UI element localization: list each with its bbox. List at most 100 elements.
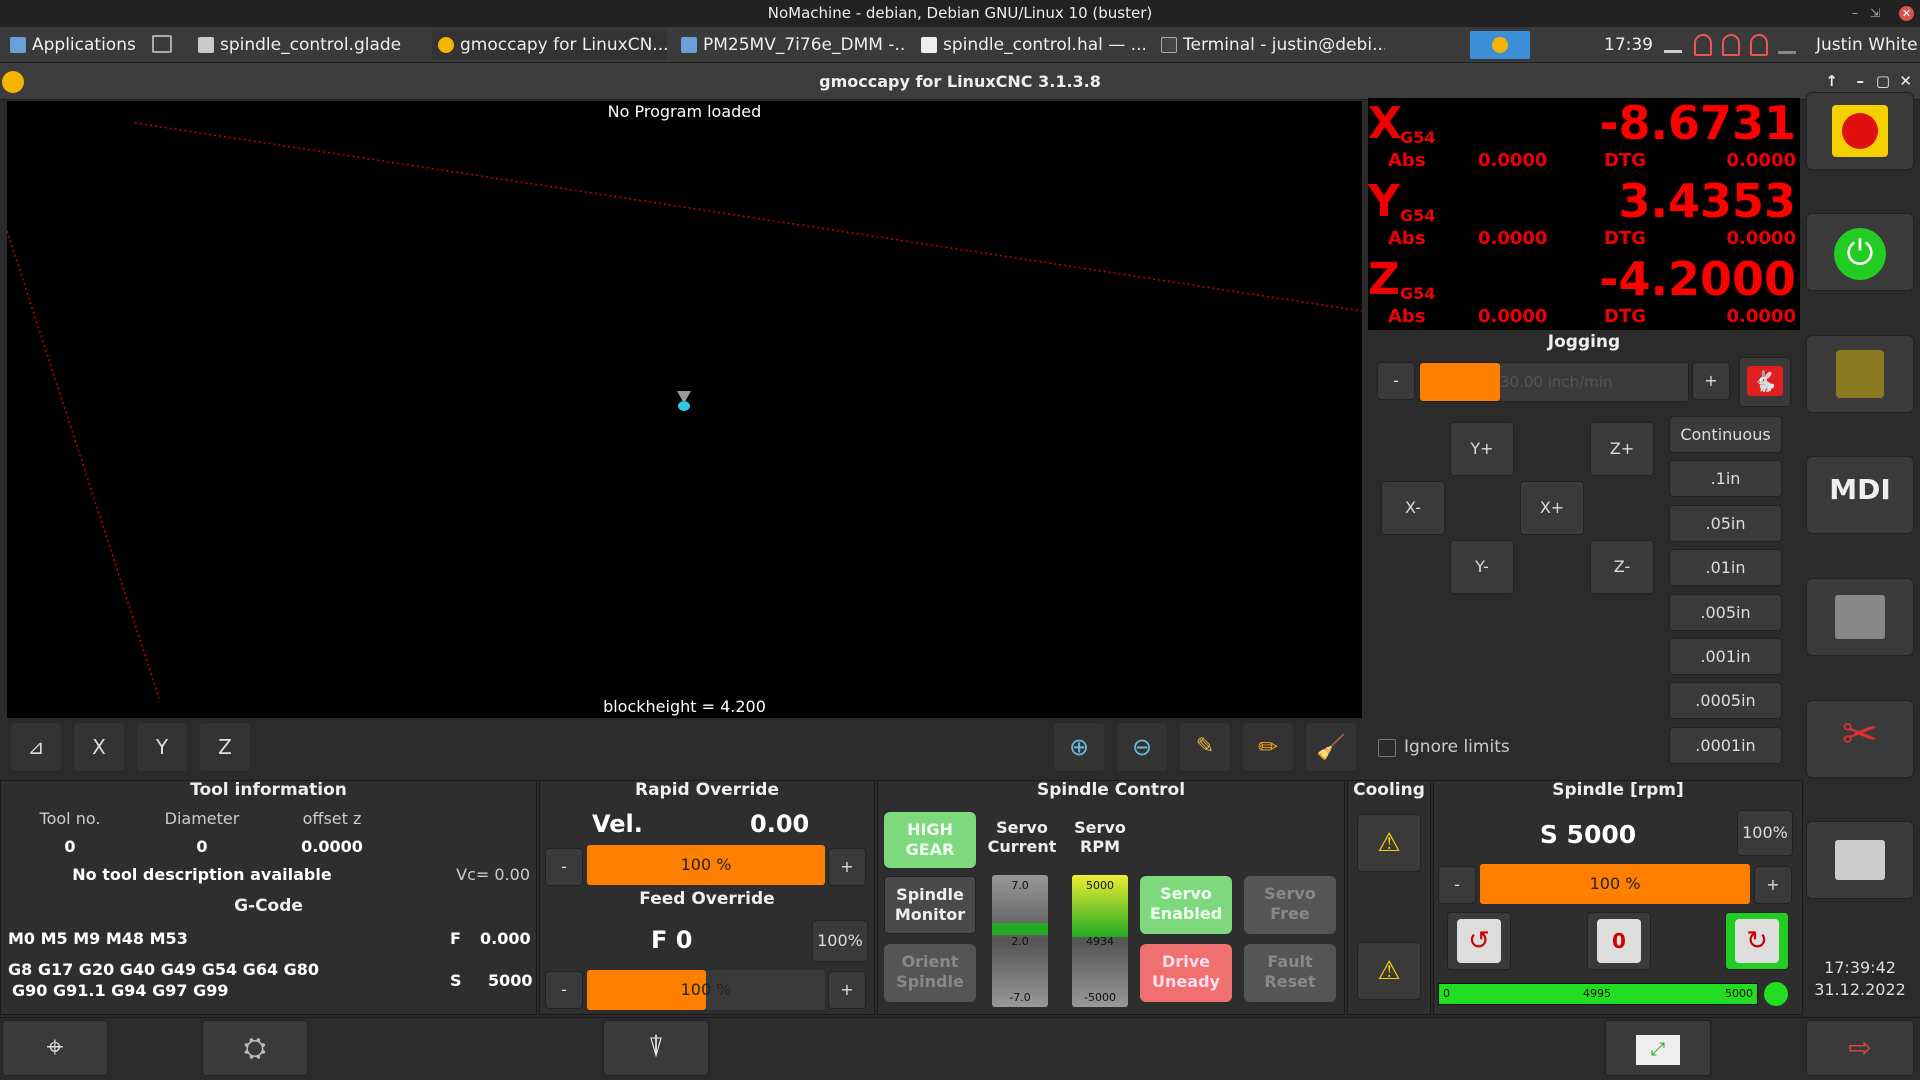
alert-icon[interactable] — [1722, 34, 1740, 56]
increment-0005in[interactable]: .0005in — [1669, 682, 1782, 719]
rapid-override-slider[interactable]: 100 % — [587, 845, 825, 885]
tool-cone-icon — [677, 391, 691, 411]
increment-05in[interactable]: .05in — [1669, 505, 1782, 542]
feed-override-title: Feed Override — [639, 889, 775, 909]
task-terminal[interactable]: Terminal - justin@debi... — [1155, 30, 1385, 60]
feed-plus[interactable]: + — [828, 971, 866, 1009]
task-spindle-glade[interactable]: spindle_control.glade — [192, 30, 422, 60]
exit-button[interactable]: ⇨ — [1806, 1020, 1914, 1076]
estop-button[interactable] — [1806, 92, 1914, 170]
network-icon[interactable] — [1664, 35, 1682, 53]
servo-enabled-button[interactable]: Servo Enabled — [1140, 876, 1232, 934]
y-axis-label[interactable]: Y — [1368, 176, 1400, 227]
feed-minus[interactable]: - — [545, 971, 583, 1009]
jog-rabbit-button[interactable]: 🐇 — [1739, 357, 1791, 407]
increment-01in[interactable]: .01in — [1669, 549, 1782, 586]
volume-icon[interactable] — [1778, 36, 1796, 54]
user-tabs-button[interactable] — [1806, 821, 1914, 899]
spindle-plus[interactable]: + — [1754, 866, 1792, 904]
spindle-reverse-button[interactable]: ↺ — [1447, 912, 1511, 970]
close-icon[interactable]: ✕ — [1899, 6, 1914, 21]
rapid-minus[interactable]: - — [545, 848, 583, 886]
drive-ready-button[interactable]: Drive Uneady — [1140, 944, 1232, 1002]
edit-button[interactable]: ✏ — [1242, 722, 1294, 772]
terminal-launcher-icon[interactable] — [152, 35, 172, 53]
applications-menu[interactable]: Applications — [4, 30, 144, 60]
spindle-override-slider[interactable]: 100 % — [1480, 864, 1750, 904]
spindle-bar-value: 4995 — [1583, 987, 1611, 1000]
gcode-s-value: 5000 — [488, 971, 533, 990]
auto-mode-button[interactable] — [1806, 578, 1914, 656]
jog-z-minus[interactable]: Z- — [1590, 540, 1654, 594]
spindle-forward-button[interactable]: ↻ — [1725, 912, 1789, 970]
jog-x-minus[interactable]: X- — [1381, 481, 1445, 535]
alert-icon[interactable] — [1694, 34, 1712, 56]
servo-free-button[interactable]: Servo Free — [1244, 876, 1336, 934]
ignore-limits-checkbox[interactable] — [1378, 739, 1396, 757]
home-all-button[interactable]: ⌖ — [2, 1020, 108, 1076]
jog-y-plus[interactable]: Y+ — [1450, 422, 1514, 476]
jog-x-plus[interactable]: X+ — [1520, 481, 1584, 535]
jog-speed-minus[interactable]: - — [1377, 362, 1415, 400]
jog-z-plus[interactable]: Z+ — [1590, 422, 1654, 476]
text-editor-icon — [921, 37, 937, 53]
restore-icon[interactable]: ⇲ — [1870, 0, 1880, 27]
feed-reset-button[interactable]: 100% — [812, 920, 868, 962]
y-position[interactable]: 3.4353 — [1618, 174, 1796, 228]
machine-power-button[interactable]: ⏻ — [1806, 213, 1914, 291]
minimize-icon[interactable]: – — [1852, 0, 1858, 27]
clear-plot-button[interactable]: 🧹 — [1305, 722, 1357, 772]
z-position[interactable]: -4.2000 — [1599, 252, 1796, 306]
fullscreen-button[interactable]: ⤢ — [1605, 1020, 1711, 1076]
view-z-button[interactable]: Z — [199, 722, 251, 772]
increment-0001in[interactable]: .0001in — [1669, 727, 1782, 764]
toolpath-preview[interactable]: No Program loaded blockheight = 4.200 — [7, 101, 1362, 718]
increment-001in[interactable]: .001in — [1669, 638, 1782, 675]
z-coord-system: G54 — [1400, 284, 1436, 303]
spindle-monitor-button[interactable]: Spindle Monitor — [884, 876, 976, 934]
task-pm25mv[interactable]: PM25MV_7i76e_DMM -... — [675, 30, 905, 60]
z-axis-label[interactable]: Z — [1368, 254, 1400, 305]
window-title: gmoccapy for LinuxCNC 3.1.3.8 — [819, 72, 1101, 91]
workspace-switcher[interactable] — [1470, 31, 1530, 59]
rapid-plus[interactable]: + — [828, 848, 866, 886]
task-gmoccapy[interactable]: gmoccapy for LinuxCN... — [432, 30, 667, 60]
x-axis-label[interactable]: X — [1368, 98, 1402, 149]
fault-reset-button[interactable]: Fault Reset — [1244, 944, 1336, 1002]
x-position[interactable]: -8.6731 — [1599, 96, 1796, 150]
feed-override-slider[interactable]: 100 % — [587, 970, 825, 1010]
orient-spindle-button[interactable]: Orient Spindle — [884, 944, 976, 1002]
spindle-stop-button[interactable]: 0 — [1587, 912, 1651, 970]
tool-table-button[interactable]: ⍒ — [603, 1020, 709, 1076]
home-target-icon: ⌖ — [46, 1030, 64, 1065]
increment-continuous[interactable]: Continuous — [1669, 416, 1782, 453]
task-label: spindle_control.glade — [220, 35, 402, 55]
increment-1in[interactable]: .1in — [1669, 460, 1782, 497]
settings-button[interactable]: ✂ — [1806, 700, 1914, 778]
flood-button[interactable]: ⚠ — [1357, 942, 1421, 1000]
jog-speed-slider[interactable]: 30.00 inch/min — [1419, 362, 1689, 402]
show-dimensions-button[interactable]: ✎ — [1179, 722, 1231, 772]
alert-icon[interactable] — [1750, 34, 1768, 56]
mdi-mode-button[interactable]: MDI — [1806, 456, 1914, 534]
jog-y-minus[interactable]: Y- — [1450, 540, 1514, 594]
panel-clock[interactable]: 17:39 — [1604, 30, 1653, 60]
user-name[interactable]: Justin White — [1816, 30, 1918, 60]
high-gear-button[interactable]: HIGH GEAR — [884, 812, 976, 868]
manual-mode-button[interactable] — [1806, 335, 1914, 413]
increment-005in[interactable]: .005in — [1669, 594, 1782, 631]
jog-speed-plus[interactable]: + — [1692, 362, 1730, 400]
flood-icon: ⚠ — [1377, 956, 1401, 986]
view-x-button[interactable]: X — [73, 722, 125, 772]
task-spindle-hal[interactable]: spindle_control.hal — ... — [915, 30, 1145, 60]
zoom-in-button[interactable]: ⊕ — [1053, 722, 1105, 772]
view-p-button[interactable]: ⊿ — [10, 722, 62, 772]
rapid-override-title: Rapid Override — [634, 780, 779, 800]
zoom-out-button[interactable]: ⊖ — [1116, 722, 1168, 772]
spindle-minus[interactable]: - — [1438, 866, 1476, 904]
mist-button[interactable]: ⚠ — [1357, 814, 1421, 872]
touch-off-button[interactable]: ⛭ — [202, 1020, 308, 1076]
view-y-button[interactable]: Y — [136, 722, 188, 772]
spindle-reset-button[interactable]: 100% — [1737, 810, 1793, 856]
linuxcnc-icon — [2, 71, 24, 93]
